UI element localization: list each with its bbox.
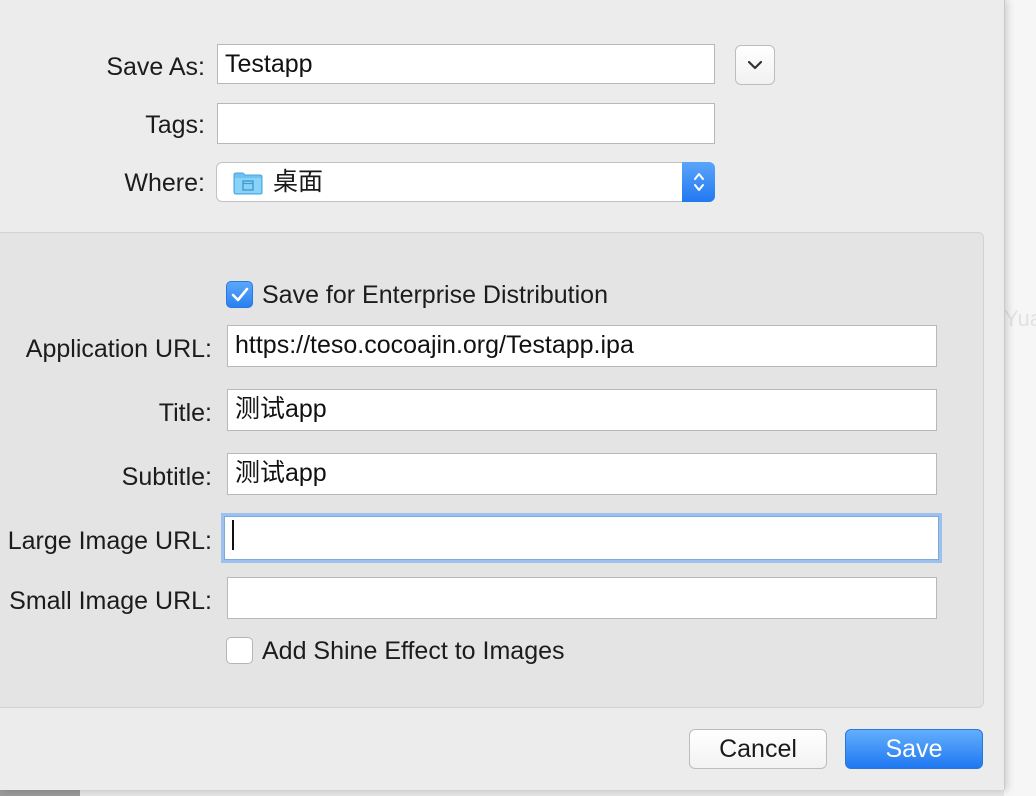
title-label: Title: (158, 399, 212, 427)
chevron-down-icon (747, 60, 763, 70)
enterprise-distribution-label[interactable]: Save for Enterprise Distribution (262, 280, 608, 310)
save-dialog: Save As: Testapp Tags: Where: 桌面 Save fo… (0, 0, 1004, 790)
large-image-url-label: Large Image URL: (7, 527, 212, 555)
text-cursor (232, 520, 234, 551)
folder-icon (233, 172, 263, 195)
where-popup-button[interactable]: 桌面 (216, 162, 715, 202)
background-window: Yua (1004, 0, 1036, 796)
tags-input[interactable] (217, 103, 715, 144)
save-as-input[interactable]: Testapp (217, 44, 715, 84)
desktop-edge (0, 790, 80, 796)
application-url-label: Application URL: (25, 335, 212, 363)
small-image-url-input[interactable] (227, 577, 937, 619)
shine-effect-checkbox[interactable] (226, 637, 253, 664)
where-value: 桌面 (273, 168, 324, 196)
save-as-label: Save As: (106, 53, 205, 81)
tags-label: Tags: (145, 111, 205, 139)
checkmark-icon (231, 287, 248, 301)
up-down-arrows-icon (693, 173, 704, 191)
expand-dialog-button[interactable] (735, 45, 775, 85)
background-text: Yua (1004, 306, 1036, 331)
title-input[interactable]: 测试app (227, 389, 937, 431)
save-button[interactable]: Save (845, 729, 983, 769)
large-image-url-input[interactable] (224, 516, 939, 560)
subtitle-label: Subtitle: (121, 463, 212, 491)
small-image-url-label: Small Image URL: (9, 587, 212, 615)
popup-stepper[interactable] (682, 162, 715, 202)
subtitle-input[interactable]: 测试app (227, 453, 937, 495)
cancel-button[interactable]: Cancel (689, 729, 827, 769)
where-label: Where: (124, 169, 205, 197)
shine-effect-label[interactable]: Add Shine Effect to Images (262, 636, 565, 666)
application-url-input[interactable]: https://teso.cocoajin.org/Testapp.ipa (227, 325, 937, 367)
enterprise-distribution-checkbox[interactable] (226, 281, 253, 308)
